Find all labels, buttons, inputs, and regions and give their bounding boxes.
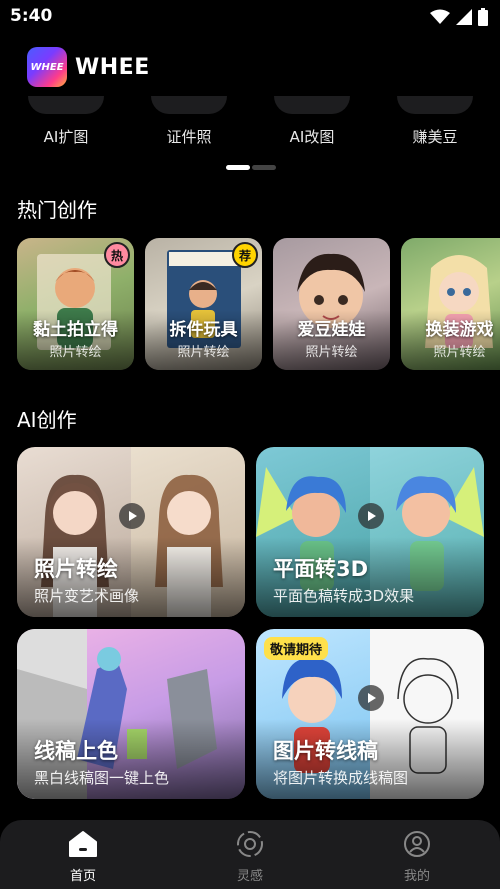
tool-earn-beans[interactable]: 赚美豆: [390, 96, 480, 147]
tool-thumbnail: [151, 96, 227, 114]
page-indicator: [226, 165, 276, 170]
ai-card-flat-to-3d[interactable]: 平面转3D 平面色稿转成3D效果: [256, 447, 484, 617]
tool-ai-expand[interactable]: AI扩图: [21, 96, 111, 147]
ai-card-title: 线稿上色: [34, 739, 118, 763]
hot-card[interactable]: 爱豆娃娃 照片转绘: [273, 238, 390, 370]
play-icon[interactable]: [119, 503, 145, 529]
hot-card-title: 爱豆娃娃: [297, 320, 366, 340]
section-title-hot: 热门创作: [17, 198, 97, 222]
battery-icon: [478, 8, 488, 26]
home-icon: [69, 831, 97, 857]
nav-label: 灵感: [236, 869, 263, 884]
tool-label: 赚美豆: [412, 128, 458, 146]
play-icon[interactable]: [358, 685, 384, 711]
play-icon[interactable]: [358, 503, 384, 529]
hot-card[interactable]: 拆件玩具 照片转绘 荐: [145, 238, 262, 370]
coming-soon-tag: 敬请期待: [264, 637, 329, 660]
page-dot: [252, 165, 276, 170]
hot-card-subtitle: 照片转绘: [305, 345, 358, 360]
profile-icon: [404, 831, 430, 857]
hot-card[interactable]: 换装游戏 照片转绘: [401, 238, 500, 370]
ai-card-subtitle: 黑白线稿图一键上色: [34, 769, 170, 787]
hot-card-subtitle: 照片转绘: [49, 345, 102, 360]
hot-badge: 热: [104, 242, 130, 268]
tool-ai-edit[interactable]: AI改图: [267, 96, 357, 147]
tool-thumbnail: [28, 96, 104, 114]
hot-card-subtitle: 照片转绘: [177, 345, 230, 360]
app-name: WHEE: [75, 54, 150, 80]
status-time: 5:40: [10, 6, 53, 26]
nav-label: 首页: [69, 869, 96, 884]
ai-card-subtitle: 平面色稿转成3D效果: [273, 587, 415, 605]
recommend-badge: 荐: [232, 242, 258, 268]
hot-card-subtitle: 照片转绘: [433, 345, 486, 360]
bottom-navigation: 首页 灵感 我的: [0, 820, 500, 889]
tool-label: AI扩图: [43, 128, 89, 146]
ai-card-title: 照片转绘: [34, 557, 118, 581]
section-title-ai: AI创作: [17, 408, 77, 432]
hot-card-title: 黏土拍立得: [33, 320, 118, 340]
tool-thumbnail: [397, 96, 473, 114]
ai-card-photo-to-art[interactable]: 照片转绘 照片变艺术画像: [17, 447, 245, 617]
ai-card-line-colorize[interactable]: 线稿上色 黑白线稿图一键上色: [17, 629, 245, 799]
tool-id-photo[interactable]: 证件照: [144, 96, 234, 147]
hot-card[interactable]: 黏土拍立得 照片转绘 热: [17, 238, 134, 370]
wifi-icon: [430, 9, 450, 24]
ai-card-title: 图片转线稿: [273, 739, 378, 763]
ai-card-to-lineart[interactable]: 敬请期待 图片转线稿 将图片转换成线稿图: [256, 629, 484, 799]
quick-tools-row: AI扩图 证件照 AI改图 赚美豆: [0, 96, 500, 154]
ai-card-title: 平面转3D: [273, 557, 369, 581]
status-icons: [430, 8, 488, 26]
nav-item-home[interactable]: 首页: [43, 830, 123, 884]
tool-label: 证件照: [166, 128, 212, 146]
ai-card-subtitle: 照片变艺术画像: [34, 587, 140, 605]
inspiration-icon: [237, 831, 263, 857]
hot-card-title: 换装游戏: [425, 320, 494, 340]
status-bar: 5:40: [0, 0, 500, 36]
page-dot-active: [226, 165, 250, 170]
tool-label: AI改图: [289, 128, 335, 146]
signal-icon: [456, 9, 472, 25]
logo-badge-text: WHEE: [30, 61, 64, 73]
nav-label: 我的: [403, 869, 430, 884]
tool-thumbnail: [274, 96, 350, 114]
app-header: WHEE WHEE: [27, 46, 150, 88]
nav-item-profile[interactable]: 我的: [377, 830, 457, 884]
ai-card-subtitle: 将图片转换成线稿图: [273, 769, 409, 787]
nav-item-inspiration[interactable]: 灵感: [210, 830, 290, 884]
app-logo: WHEE: [27, 47, 67, 87]
hot-creations-row[interactable]: 黏土拍立得 照片转绘 热 拆件玩具 照片转绘 荐 爱豆娃娃 照片转绘 换装游戏 …: [17, 238, 500, 370]
hot-card-title: 拆件玩具: [169, 320, 238, 340]
